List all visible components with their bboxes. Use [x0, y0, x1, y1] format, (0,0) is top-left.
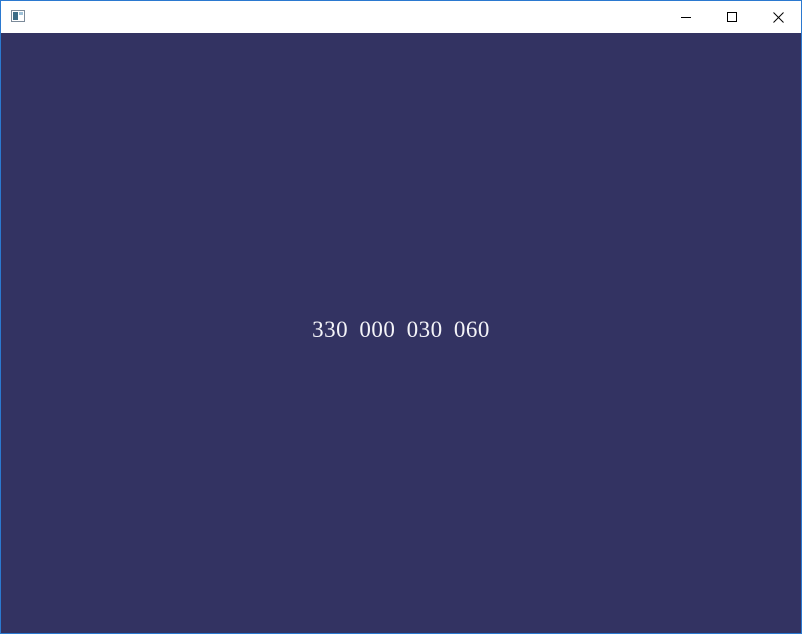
app-icon-pane-right [19, 12, 23, 15]
maximize-button[interactable] [709, 1, 755, 33]
maximize-icon [727, 12, 737, 22]
title-bar[interactable] [1, 1, 801, 33]
close-button[interactable] [755, 1, 801, 33]
minimize-icon [681, 17, 691, 18]
app-window-icon[interactable] [11, 10, 25, 22]
render-canvas[interactable]: 330 000 030 060 [1, 33, 801, 633]
app-window: 330 000 030 060 [0, 0, 802, 634]
close-icon [772, 11, 784, 23]
minimize-button[interactable] [663, 1, 709, 33]
app-icon-pane-left [13, 12, 18, 20]
center-number-readout: 330 000 030 060 [312, 317, 490, 342]
